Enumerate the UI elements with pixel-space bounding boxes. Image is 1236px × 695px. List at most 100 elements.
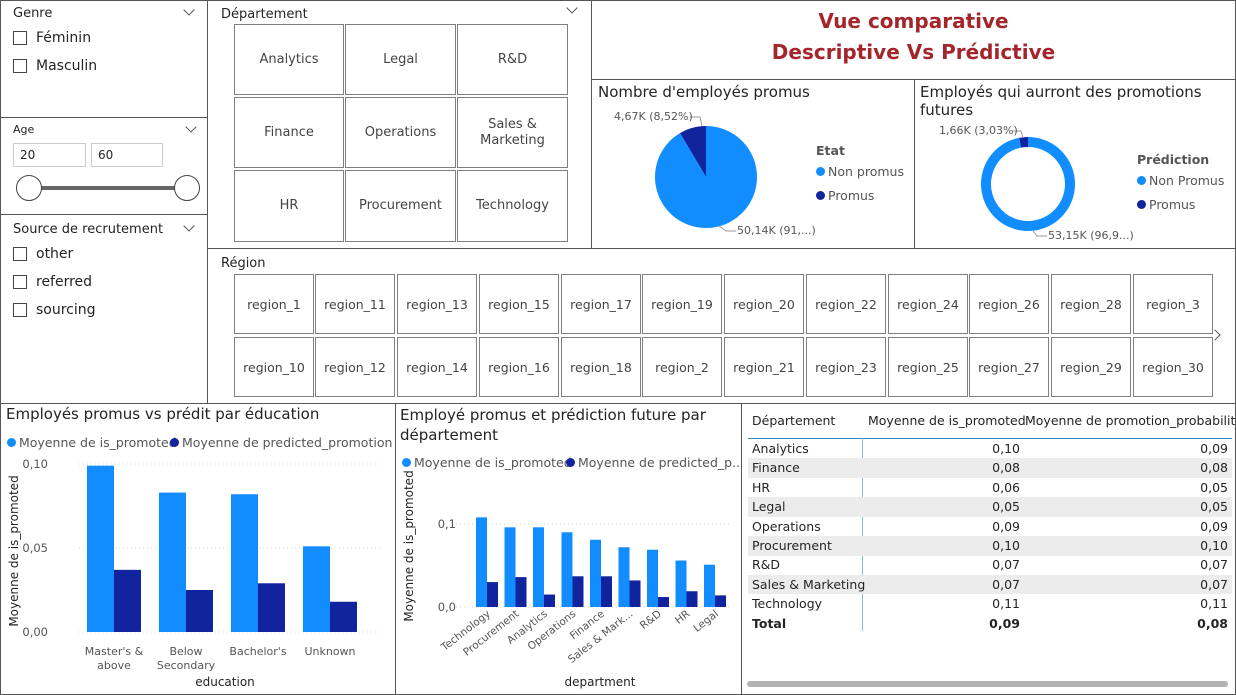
chevron-down-icon[interactable] (183, 220, 195, 232)
department-tile[interactable]: Finance (234, 97, 344, 168)
table-row[interactable]: Operations 0,09 0,09 (748, 517, 1232, 537)
bar[interactable] (515, 577, 527, 607)
bar[interactable] (561, 532, 573, 607)
checkbox-icon[interactable] (13, 247, 27, 261)
region-tile[interactable]: region_19 (642, 274, 722, 334)
slider-max-handle[interactable] (174, 175, 200, 201)
table-row[interactable]: R&D 0,07 0,07 (748, 555, 1232, 575)
bar[interactable] (686, 591, 698, 607)
bar[interactable] (715, 595, 726, 607)
bar[interactable] (87, 465, 114, 632)
region-tile[interactable]: region_16 (479, 337, 559, 397)
age-min-input[interactable]: 20 (13, 143, 86, 167)
table-row[interactable]: Finance 0,08 0,08 (748, 458, 1232, 478)
bar[interactable] (258, 583, 285, 632)
checkbox-option[interactable]: other (13, 244, 73, 264)
bar[interactable] (704, 564, 715, 607)
bar[interactable] (186, 590, 213, 632)
table-total-row[interactable]: Total 0,09 0,08 (748, 614, 1232, 634)
checkbox-option[interactable]: referred (13, 272, 92, 292)
bar[interactable] (231, 494, 258, 632)
table-scrollbar[interactable] (747, 681, 1228, 687)
bar[interactable] (533, 527, 544, 607)
checkbox-icon[interactable] (13, 275, 27, 289)
region-tile[interactable]: region_14 (397, 337, 477, 397)
column-header[interactable]: Moyenne de promotion_probability (1025, 413, 1236, 428)
bar[interactable] (159, 492, 186, 632)
bar[interactable] (476, 517, 487, 607)
region-tile[interactable]: region_18 (561, 337, 641, 397)
bar[interactable] (618, 547, 630, 607)
checkbox-icon[interactable] (13, 31, 27, 45)
slicer-title: Région (221, 256, 266, 271)
department-tile[interactable]: Operations (345, 97, 456, 168)
bar[interactable] (675, 560, 687, 607)
bar[interactable] (647, 549, 658, 607)
column-header[interactable]: Moyenne de is_promoted (868, 413, 1026, 428)
checkbox-option[interactable]: Féminin (13, 28, 91, 48)
region-tile[interactable]: region_23 (806, 337, 886, 397)
region-tile[interactable]: region_11 (315, 274, 395, 334)
region-tile[interactable]: region_30 (1133, 337, 1213, 397)
region-tile[interactable]: region_27 (969, 337, 1049, 397)
slider-min-handle[interactable] (16, 175, 42, 201)
table-row[interactable]: Technology 0,11 0,11 (748, 594, 1232, 614)
department-tile[interactable]: Legal (345, 24, 456, 95)
bar[interactable] (544, 594, 555, 607)
region-tile[interactable]: region_10 (234, 337, 314, 397)
pie-slice-non-promus[interactable] (655, 126, 757, 228)
region-tile[interactable]: region_13 (397, 274, 477, 334)
region-tile[interactable]: region_12 (315, 337, 395, 397)
table-row[interactable]: Sales & Marketing 0,07 0,07 (748, 574, 1232, 595)
region-tile[interactable]: region_22 (806, 274, 886, 334)
department-tile[interactable]: R&D (457, 24, 568, 95)
region-tile[interactable]: region_17 (561, 274, 641, 334)
bar[interactable] (487, 582, 498, 607)
table-row[interactable]: Analytics 0,10 0,09 (748, 439, 1232, 459)
table-row[interactable]: Procurement 0,10 0,10 (748, 536, 1232, 556)
region-tile[interactable]: region_15 (479, 274, 559, 334)
bar[interactable] (590, 539, 601, 607)
chevron-down-icon[interactable] (183, 4, 195, 16)
table-row[interactable]: HR 0,06 0,05 (748, 478, 1232, 498)
checkbox-option[interactable]: sourcing (13, 300, 96, 320)
slider-track[interactable] (29, 186, 187, 190)
region-tile[interactable]: region_26 (969, 274, 1049, 334)
department-tile[interactable]: Sales & Marketing (457, 97, 568, 168)
bar[interactable] (629, 580, 641, 607)
bar[interactable] (114, 569, 141, 632)
region-tile[interactable]: region_20 (724, 274, 804, 334)
region-tile[interactable]: region_21 (724, 337, 804, 397)
region-tile[interactable]: region_1 (234, 274, 314, 334)
legend-item[interactable]: Promus (816, 188, 874, 203)
region-tile[interactable]: region_3 (1133, 274, 1213, 334)
department-tile[interactable]: Technology (457, 170, 568, 242)
chevron-down-icon[interactable] (185, 121, 197, 133)
region-tile[interactable]: region_29 (1051, 337, 1131, 397)
bar[interactable] (330, 601, 357, 632)
region-tile[interactable]: region_25 (888, 337, 968, 397)
region-tile[interactable]: region_2 (642, 337, 722, 397)
table-row[interactable]: Legal 0,05 0,05 (748, 497, 1232, 517)
legend-item[interactable]: Non promus (816, 164, 904, 179)
region-tile[interactable]: region_28 (1051, 274, 1131, 334)
legend-item[interactable]: Promus (1137, 197, 1195, 212)
column-header[interactable]: Département (752, 413, 835, 428)
checkbox-icon[interactable] (13, 59, 27, 73)
checkbox-icon[interactable] (13, 303, 27, 317)
checkbox-option[interactable]: Masculin (13, 56, 97, 76)
bar[interactable] (658, 597, 669, 607)
bar[interactable] (601, 576, 612, 607)
donut-slice-non-promus[interactable] (981, 137, 1075, 232)
legend-item[interactable]: Non Promus (1137, 173, 1224, 188)
department-tile[interactable]: HR (234, 170, 344, 242)
bar[interactable] (303, 546, 330, 632)
age-max-input[interactable]: 60 (91, 143, 163, 167)
x-axis-label: education (195, 675, 255, 689)
bar[interactable] (572, 576, 584, 607)
department-tile[interactable]: Procurement (345, 170, 456, 242)
bar[interactable] (504, 527, 516, 607)
chevron-down-icon[interactable] (566, 2, 578, 14)
department-tile[interactable]: Analytics (234, 24, 344, 95)
region-tile[interactable]: region_24 (888, 274, 968, 334)
